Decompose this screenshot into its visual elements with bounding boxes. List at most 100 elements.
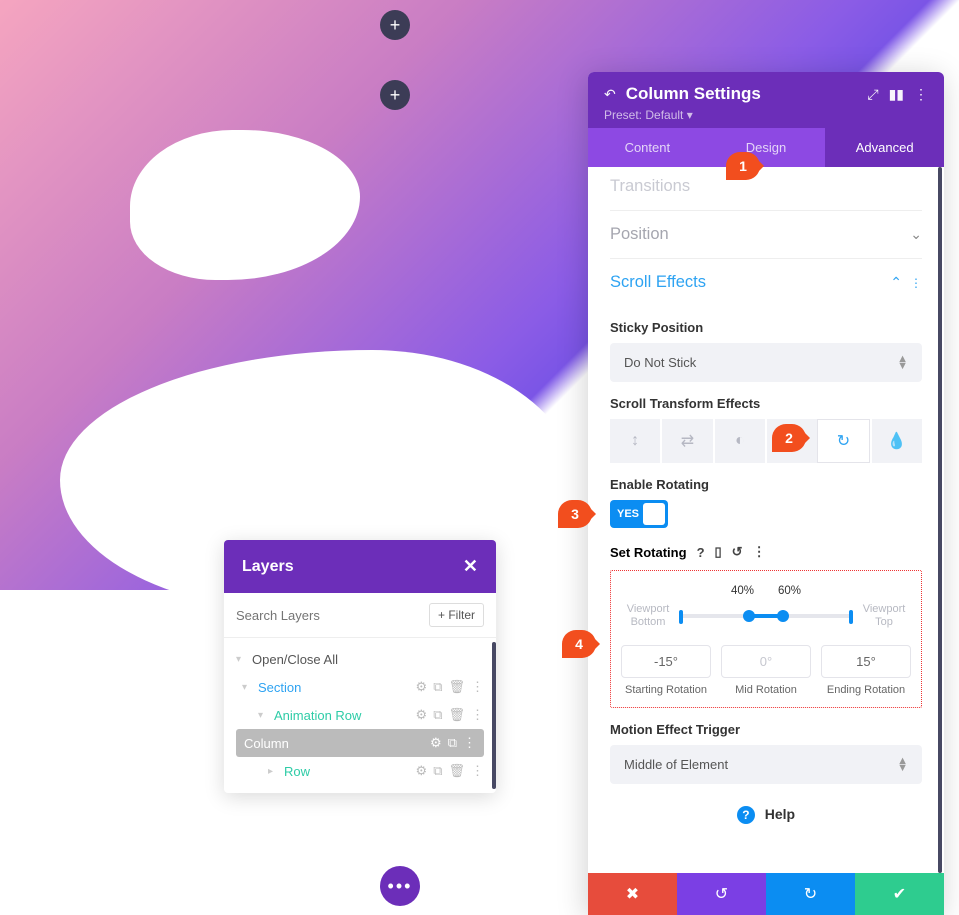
chevron-down-icon[interactable]: ⌄ <box>910 226 922 243</box>
decor-blob <box>130 130 360 280</box>
mid-rotation-caption: Mid Rotation <box>721 684 811 697</box>
page-icon[interactable]: ▮▮ <box>889 86 904 103</box>
search-input[interactable] <box>236 608 421 623</box>
filter-button[interactable]: + Filter <box>429 603 484 627</box>
trash-icon[interactable]: 🗑 <box>448 763 465 779</box>
chevron-right-icon: ▸ <box>268 766 278 777</box>
more-icon[interactable]: ⋮ <box>471 707 484 723</box>
duplicate-icon[interactable]: ⧉ <box>448 735 457 751</box>
set-rotating-label: Set Rotating <box>610 545 687 560</box>
motion-trigger-select[interactable]: Middle of Element ▲▼ <box>610 745 922 784</box>
close-icon[interactable]: ✕ <box>463 556 478 577</box>
more-fab-button[interactable]: ••• <box>380 866 420 906</box>
more-icon[interactable]: ⋮ <box>471 763 484 779</box>
section-transitions[interactable]: Transitions <box>610 177 922 211</box>
help-label: Help <box>765 806 795 822</box>
duplicate-icon[interactable]: ⧉ <box>433 679 442 695</box>
select-value: Middle of Element <box>624 757 728 772</box>
add-button[interactable]: + <box>380 10 410 40</box>
layer-item-animation-row[interactable]: ▾ Animation Row ⚙ ⧉ 🗑 ⋮ <box>224 701 496 729</box>
expand-icon[interactable]: ⤢ <box>867 86 878 103</box>
layer-item-section[interactable]: ▾ Section ⚙ ⧉ 🗑 ⋮ <box>224 673 496 701</box>
layer-item-column[interactable]: Column ⚙ ⧉ ⋮ <box>236 729 484 757</box>
gear-icon[interactable]: ⚙ <box>416 763 428 779</box>
toggle-knob <box>643 503 665 525</box>
trash-icon[interactable]: 🗑 <box>448 707 465 723</box>
preset-dropdown[interactable]: Preset: Default ▾ <box>604 108 928 122</box>
settings-panel: ↶ Column Settings ⤢ ▮▮ ⋮ Preset: Default… <box>588 72 944 915</box>
back-icon[interactable]: ↶ <box>604 86 616 103</box>
toggle-label: YES <box>617 508 639 520</box>
more-icon[interactable]: ⋮ <box>910 276 922 290</box>
settings-body: Transitions Position ⌄ Scroll Effects ⌃ … <box>588 167 944 873</box>
gear-icon[interactable]: ⚙ <box>416 679 428 695</box>
cancel-button[interactable]: ✖ <box>588 873 677 915</box>
slider-end-handle[interactable] <box>849 610 853 624</box>
decor-blob <box>380 380 490 460</box>
tab-content[interactable]: Content <box>588 128 707 167</box>
updown-icon: ▲▼ <box>897 356 908 369</box>
layers-header[interactable]: Layers ✕ <box>224 540 496 593</box>
starting-rotation-caption: Starting Rotation <box>621 684 711 697</box>
layer-label: Column <box>244 736 430 751</box>
updown-icon: ▲▼ <box>897 758 908 771</box>
section-scroll-effects[interactable]: Scroll Effects ⌃ ⋮ <box>610 259 922 306</box>
device-icon[interactable]: ▯ <box>715 544 722 560</box>
transform-effects-label: Scroll Transform Effects <box>610 396 922 411</box>
layers-search-row: + Filter <box>224 593 496 638</box>
starting-rotation-input[interactable]: -15° <box>621 645 711 678</box>
save-button[interactable]: ✔ <box>855 873 944 915</box>
mid-rotation-input[interactable]: 0° <box>721 645 811 678</box>
slider-mid-handle-2[interactable] <box>777 610 789 622</box>
more-icon[interactable]: ⋮ <box>463 735 476 751</box>
effect-vertical-icon[interactable]: ↕ <box>610 419 660 463</box>
duplicate-icon[interactable]: ⧉ <box>433 763 442 779</box>
more-icon[interactable]: ⋮ <box>914 86 928 103</box>
gear-icon[interactable]: ⚙ <box>430 735 442 751</box>
effect-fade-icon[interactable]: ◐ <box>713 419 765 463</box>
layers-body: ▾ Open/Close All ▾ Section ⚙ ⧉ 🗑 ⋮ ▾ Ani… <box>224 638 496 793</box>
rotating-settings-box: 40% 60% Viewport Bottom Viewport Top <box>610 570 922 708</box>
add-button[interactable]: + <box>380 80 410 110</box>
effect-blur-icon[interactable]: 💧 <box>870 419 922 463</box>
chevron-down-icon: ▾ <box>242 682 252 693</box>
section-label: Scroll Effects <box>610 273 890 292</box>
settings-footer: ✖ ↺ ↻ ✔ <box>588 873 944 915</box>
layer-label: Animation Row <box>274 708 416 723</box>
select-value: Do Not Stick <box>624 355 696 370</box>
enable-rotating-toggle[interactable]: YES <box>610 500 668 528</box>
sticky-position-select[interactable]: Do Not Stick ▲▼ <box>610 343 922 382</box>
rotation-slider: 40% 60% Viewport Bottom Viewport Top <box>621 585 911 631</box>
help-icon[interactable]: ? <box>697 545 705 560</box>
reset-icon[interactable]: ↺ <box>732 544 743 560</box>
layer-item-row[interactable]: ▸ Row ⚙ ⧉ 🗑 ⋮ <box>224 757 496 785</box>
chevron-up-icon[interactable]: ⌃ <box>890 274 902 291</box>
undo-button[interactable]: ↺ <box>677 873 766 915</box>
callout-3: 3 <box>558 500 592 528</box>
open-close-all[interactable]: ▾ Open/Close All <box>224 646 496 673</box>
gear-icon[interactable]: ⚙ <box>416 707 428 723</box>
more-icon[interactable]: ⋮ <box>471 679 484 695</box>
callout-4: 4 <box>562 630 596 658</box>
ending-rotation-input[interactable]: 15° <box>821 645 911 678</box>
section-position[interactable]: Position ⌄ <box>610 211 922 259</box>
effect-horizontal-icon[interactable]: ⇄ <box>660 419 712 463</box>
more-icon[interactable]: ⋮ <box>753 544 766 560</box>
slider-mid-handle-1[interactable] <box>743 610 755 622</box>
section-label: Position <box>610 225 910 244</box>
effect-rotate-icon[interactable]: ↻ <box>817 419 869 463</box>
motion-trigger-label: Motion Effect Trigger <box>610 722 922 737</box>
help-button[interactable]: ? Help <box>610 784 922 832</box>
slider-track[interactable] <box>679 614 853 618</box>
trash-icon[interactable]: 🗑 <box>448 679 465 695</box>
redo-button[interactable]: ↻ <box>766 873 855 915</box>
chevron-down-icon: ▾ <box>687 108 693 122</box>
transform-effect-icons: ↕ ⇄ ◐ ⤢ ↻ 💧 <box>610 419 922 463</box>
slider-label-40: 40% <box>731 585 754 597</box>
sticky-position-label: Sticky Position <box>610 320 922 335</box>
duplicate-icon[interactable]: ⧉ <box>433 707 442 723</box>
tab-advanced[interactable]: Advanced <box>825 128 944 167</box>
slider-start-handle[interactable] <box>679 610 683 624</box>
section-label: Transitions <box>610 177 922 196</box>
callout-1: 1 <box>726 152 760 180</box>
